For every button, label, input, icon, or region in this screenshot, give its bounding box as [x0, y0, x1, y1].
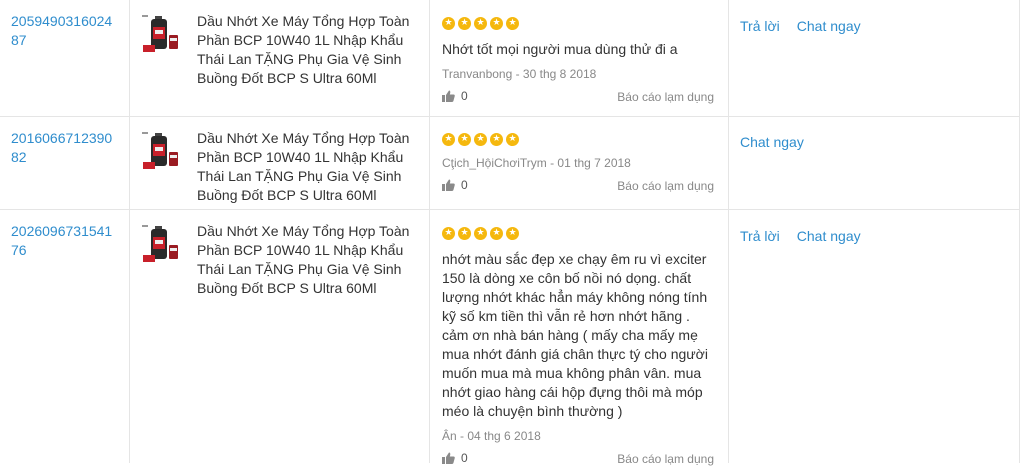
star-icon: [506, 17, 519, 30]
order-id-link[interactable]: 201606671239082: [11, 129, 117, 167]
product-name: Dầu Nhớt Xe Máy Tổng Hợp Toàn Phần BCP 1…: [197, 13, 410, 86]
review-author-date: Tranvanbong - 30 thg 8 2018: [442, 67, 597, 81]
thumbs-up-icon: [442, 452, 455, 464]
chat-now-link[interactable]: Chat ngay: [740, 134, 804, 150]
product-thumbnail[interactable]: [140, 130, 185, 172]
star-icon: [490, 17, 503, 30]
reply-link[interactable]: Trả lời: [740, 18, 780, 34]
thumbs-up-icon: [442, 179, 455, 191]
star-icon: [458, 17, 471, 30]
review-comment: Nhớt tốt mọi người mua dùng thử đi a: [442, 41, 678, 57]
chat-now-link[interactable]: Chat ngay: [797, 18, 861, 34]
star-icon: [506, 227, 519, 240]
thumbs-up-icon: [442, 90, 455, 102]
rating-stars: [442, 133, 717, 148]
review-author-date: Ân - 04 thg 6 2018: [442, 429, 541, 443]
product-name: Dầu Nhớt Xe Máy Tổng Hợp Toàn Phần BCP 1…: [197, 223, 410, 296]
star-icon: [458, 133, 471, 146]
like-count: 0: [461, 178, 468, 192]
report-abuse-link[interactable]: Báo cáo lạm dụng: [617, 179, 714, 193]
star-icon: [490, 133, 503, 146]
report-abuse-link[interactable]: Báo cáo lạm dụng: [617, 90, 714, 104]
review-block: Nhớt tốt mọi người mua dùng thử đi a Tra…: [442, 17, 717, 106]
like-button[interactable]: 0: [442, 89, 468, 103]
star-icon: [442, 227, 455, 240]
star-icon: [490, 227, 503, 240]
review-comment: nhớt màu sắc đẹp xe chạy êm ru vì excite…: [442, 251, 708, 419]
chat-now-link[interactable]: Chat ngay: [797, 228, 861, 244]
like-button[interactable]: 0: [442, 178, 468, 192]
star-icon: [442, 133, 455, 146]
star-icon: [474, 133, 487, 146]
rating-stars: [442, 17, 717, 32]
star-icon: [474, 227, 487, 240]
reply-link[interactable]: Trả lời: [740, 228, 780, 244]
product-thumbnail[interactable]: [140, 13, 185, 55]
star-icon: [474, 17, 487, 30]
order-id-link[interactable]: 202609673154176: [11, 222, 117, 260]
product-name: Dầu Nhớt Xe Máy Tổng Hợp Toàn Phần BCP 1…: [197, 130, 410, 203]
like-count: 0: [461, 89, 468, 103]
product-thumbnail[interactable]: [140, 223, 185, 265]
order-id-link[interactable]: 205949031602487: [11, 12, 117, 50]
table-row: 202609673154176 Dầu Nhớt Xe Máy Tổng Hợp…: [0, 210, 1020, 466]
review-block: Cţich_HộiChơiTrym - 01 thg 7 2018 0 Báo …: [442, 133, 717, 195]
table-row: 205949031602487 Dầu Nhớt Xe Máy Tổng Hợp…: [0, 0, 1020, 117]
review-block: nhớt màu sắc đẹp xe chạy êm ru vì excite…: [442, 227, 717, 468]
star-icon: [458, 227, 471, 240]
report-abuse-link[interactable]: Báo cáo lạm dụng: [617, 452, 714, 466]
star-icon: [442, 17, 455, 30]
table-row: 201606671239082 Dầu Nhớt Xe Máy Tổng Hợp…: [0, 117, 1020, 210]
reviews-table: 205949031602487 Dầu Nhớt Xe Máy Tổng Hợp…: [0, 0, 1020, 466]
star-icon: [506, 133, 519, 146]
rating-stars: [442, 227, 717, 242]
review-author-date: Cţich_HộiChơiTrym - 01 thg 7 2018: [442, 156, 631, 170]
